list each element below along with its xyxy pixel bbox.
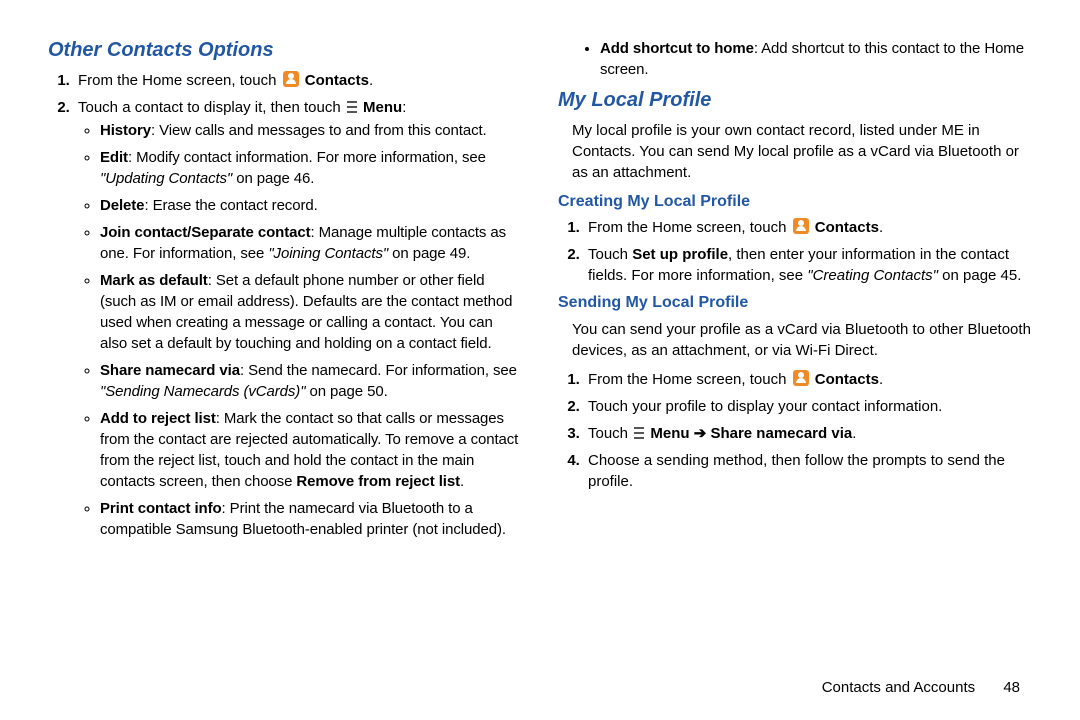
option-mark-default: Mark as default: Set a default phone num… [100,270,522,354]
right-column: Add shortcut to home: Add shortcut to th… [558,36,1032,696]
label: History [100,122,151,139]
arrow-icon: ➔ [690,425,711,442]
label: Add shortcut to home [600,40,754,57]
send-step-2: Touch your profile to display your conta… [584,396,1032,417]
xref: "Joining Contacts" [268,245,388,262]
text: on page 49. [388,245,470,262]
text: Touch [588,246,632,263]
option-delete: Delete: Erase the contact record. [100,195,522,216]
text: Touch a contact to display it, then touc… [78,99,345,116]
option-join: Join contact/Separate contact: Manage mu… [100,222,522,264]
menu-options-list: History: View calls and messages to and … [78,120,522,540]
subheading-creating: Creating My Local Profile [558,191,1032,213]
step-2: Touch a contact to display it, then touc… [74,97,522,540]
create-step-2: Touch Set up profile, then enter your in… [584,244,1032,286]
text: . [460,473,464,490]
step-1: From the Home screen, touch Contacts. [74,70,522,91]
menu-label: Menu [363,99,402,116]
text: on page 46. [232,170,314,187]
label: Join contact/Separate contact [100,224,311,241]
label: Set up profile [632,246,728,263]
heading-other-contacts-options: Other Contacts Options [48,36,522,64]
contacts-icon [283,71,299,87]
label: Print contact info [100,500,222,517]
xref: "Creating Contacts" [807,267,938,284]
subheading-sending: Sending My Local Profile [558,292,1032,314]
text: From the Home screen, touch [78,72,281,89]
my-local-profile-intro: My local profile is your own contact rec… [572,120,1032,183]
heading-my-local-profile: My Local Profile [558,86,1032,114]
steps-list: From the Home screen, touch Contacts. To… [48,70,522,540]
xref: "Sending Namecards (vCards)" [100,383,305,400]
contacts-label: Contacts [815,371,879,388]
text: . [879,219,883,236]
text: : View calls and messages to and from th… [151,122,487,139]
label: Edit [100,149,128,166]
contacts-label: Contacts [815,219,879,236]
label: Remove from reject list [296,473,460,490]
send-step-3: Touch Menu ➔ Share namecard via. [584,423,1032,444]
menu-icon [347,101,357,113]
text: : Erase the contact record. [144,197,317,214]
text: . [369,72,373,89]
manual-page: Other Contacts Options From the Home scr… [0,0,1080,720]
continued-options: Add shortcut to home: Add shortcut to th… [558,38,1032,80]
menu-label: Menu [650,425,689,442]
text: : Send the namecard. For information, se… [240,362,517,379]
label: Mark as default [100,272,208,289]
option-edit: Edit: Modify contact information. For mo… [100,147,522,189]
text: Touch [588,425,632,442]
text: : [402,99,406,116]
text: From the Home screen, touch [588,219,791,236]
page-footer: Contacts and Accounts 48 [822,679,1020,696]
option-add-shortcut: Add shortcut to home: Add shortcut to th… [600,38,1032,80]
sending-intro: You can send your profile as a vCard via… [572,319,1032,361]
menu-icon [634,427,644,439]
contacts-label: Contacts [305,72,369,89]
sending-steps: From the Home screen, touch Contacts. To… [558,369,1032,492]
label: Share namecard via [100,362,240,379]
text: : Modify contact information. For more i… [128,149,486,166]
xref: "Updating Contacts" [100,170,232,187]
text: . [852,425,856,442]
section-name: Contacts and Accounts [822,679,975,696]
text: From the Home screen, touch [588,371,791,388]
label: Delete [100,197,144,214]
create-step-1: From the Home screen, touch Contacts. [584,217,1032,238]
contacts-icon [793,370,809,386]
page-number: 48 [1003,679,1020,696]
label: Add to reject list [100,410,216,427]
creating-steps: From the Home screen, touch Contacts. To… [558,217,1032,286]
option-print: Print contact info: Print the namecard v… [100,498,522,540]
left-column: Other Contacts Options From the Home scr… [48,36,522,696]
option-reject-list: Add to reject list: Mark the contact so … [100,408,522,492]
send-step-1: From the Home screen, touch Contacts. [584,369,1032,390]
option-history: History: View calls and messages to and … [100,120,522,141]
send-step-4: Choose a sending method, then follow the… [584,450,1032,492]
text: . [879,371,883,388]
label: Share namecard via [710,425,852,442]
contacts-icon [793,218,809,234]
option-share-namecard: Share namecard via: Send the namecard. F… [100,360,522,402]
text: on page 50. [305,383,387,400]
text: on page 45. [938,267,1021,284]
